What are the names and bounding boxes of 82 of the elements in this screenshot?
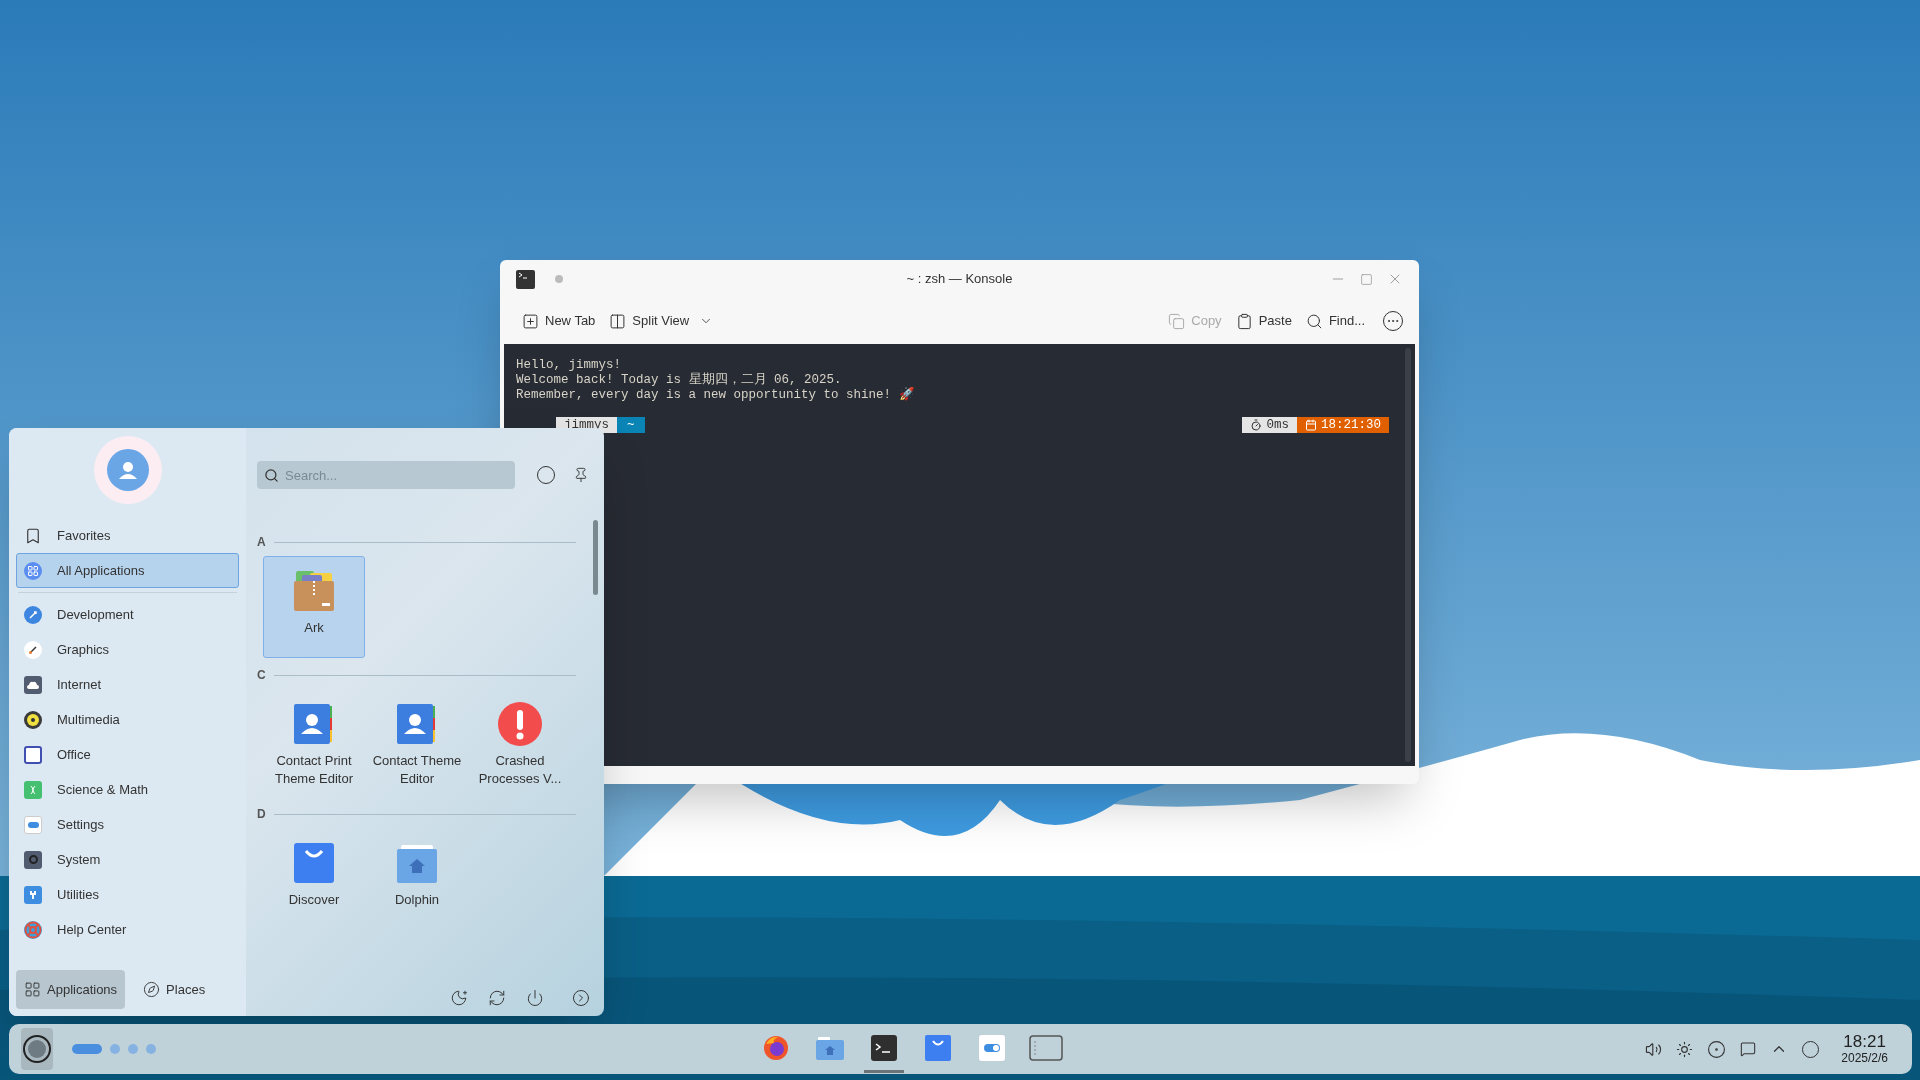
app-tile[interactable]: Contact Theme Editor: [366, 689, 468, 797]
category-item[interactable]: Internet: [16, 667, 239, 702]
wrench-icon: [24, 885, 42, 904]
fox-globe-icon: [761, 1033, 790, 1062]
terminal-line: Welcome back! Today is 星期四，二月 06, 2025.: [516, 373, 842, 388]
app-tile[interactable]: Discover: [263, 828, 365, 918]
volume-icon[interactable]: [1645, 1040, 1663, 1058]
more-icon[interactable]: [572, 989, 590, 1007]
clipboard-icon: [1235, 312, 1253, 330]
pin-icon[interactable]: [573, 467, 589, 483]
terminal-icon: [516, 269, 535, 289]
prompt-path: ~: [617, 417, 645, 433]
prompt-duration: 0ms: [1242, 417, 1297, 433]
category-item[interactable]: Help Center: [16, 912, 239, 947]
split-view-icon: [609, 312, 627, 330]
app-name: Dolphin: [393, 891, 441, 909]
speaker-icon: [24, 710, 42, 729]
category-item[interactable]: All Applications: [16, 553, 239, 588]
disc-icon[interactable]: [1707, 1039, 1727, 1059]
section-letter: A: [257, 534, 266, 551]
compass-icon: [143, 981, 161, 998]
power-icon[interactable]: [526, 989, 544, 1007]
category-item[interactable]: Settings: [16, 807, 239, 842]
clock-date: 2025/2/6: [1841, 1051, 1888, 1065]
toggle-icon: [24, 815, 42, 834]
app-tile[interactable]: Dolphin: [366, 828, 468, 918]
prompt-time: 18:21:30: [1297, 417, 1389, 433]
app-name: Contact Print Theme Editor: [273, 752, 354, 788]
folder-icon: [814, 1034, 845, 1061]
toolbar-button[interactable]: Find...: [1299, 307, 1371, 335]
app-tile[interactable]: Crashed Processes V...: [469, 689, 571, 797]
category-item[interactable]: Science & Math: [16, 772, 239, 807]
window-title: ~ : zsh — Konsole: [906, 270, 1013, 289]
terminal-line: Remember, every day is a new opportunity to shine! 🚀: [516, 388, 915, 403]
search-icon: [1305, 312, 1323, 330]
brightness-icon[interactable]: [1676, 1040, 1694, 1058]
app-name: Contact Theme Editor: [371, 752, 463, 788]
app-tile[interactable]: Ark: [263, 556, 365, 658]
shopping-bag-icon: [923, 1033, 952, 1062]
category-item[interactable]: Utilities: [16, 877, 239, 912]
calendar-icon: [1305, 419, 1317, 431]
launcher-button[interactable]: [21, 1028, 53, 1070]
search-icon: [264, 468, 279, 483]
menu-tab[interactable]: Places: [135, 970, 214, 1009]
category-item[interactable]: System: [16, 842, 239, 877]
app-name: Ark: [303, 619, 325, 637]
category-item[interactable]: Favorites: [16, 518, 239, 553]
toolbar-button[interactable]: Split View: [603, 307, 720, 335]
timer-icon: [1250, 419, 1263, 431]
toolbar-button[interactable]: Paste: [1229, 307, 1298, 335]
notification-icon[interactable]: [1740, 1041, 1757, 1057]
app-name: Crashed Processes V...: [477, 752, 563, 788]
section-letter: D: [257, 806, 266, 823]
window-icon: [1028, 1034, 1063, 1061]
search-field[interactable]: Search...: [257, 461, 515, 489]
category-item[interactable]: Graphics: [16, 632, 239, 667]
sleep-icon[interactable]: [450, 989, 468, 1007]
category-item[interactable]: Multimedia: [16, 702, 239, 737]
terminal-line: Hello, jimmys!: [516, 358, 622, 373]
lifebuoy-icon: [24, 920, 42, 939]
section-letter: C: [257, 667, 266, 684]
gear-icon: [24, 850, 42, 869]
new-tab-icon: [522, 312, 539, 330]
category-item[interactable]: Office: [16, 737, 239, 772]
grid-icon: [24, 981, 41, 998]
brush-icon: [24, 640, 42, 659]
warning-icon: [496, 700, 544, 748]
grid-icon: [24, 561, 42, 580]
dna-icon: [24, 780, 42, 799]
app-tile[interactable]: Contact Print Theme Editor: [263, 689, 365, 797]
bookmark-icon: [24, 526, 42, 545]
cloud-icon: [24, 675, 42, 694]
category-item[interactable]: Development: [16, 597, 239, 632]
toggle-icon: [977, 1033, 1006, 1062]
terminal-icon: [869, 1033, 898, 1062]
restart-icon[interactable]: [488, 989, 506, 1007]
toolbar-button[interactable]: New Tab: [516, 307, 602, 335]
menu-tab[interactable]: Applications: [16, 970, 126, 1009]
app-name: Discover: [287, 891, 341, 909]
document-icon: [24, 745, 42, 764]
copy-icon: [1168, 312, 1186, 330]
clock-time: 18:21: [1843, 1033, 1886, 1051]
